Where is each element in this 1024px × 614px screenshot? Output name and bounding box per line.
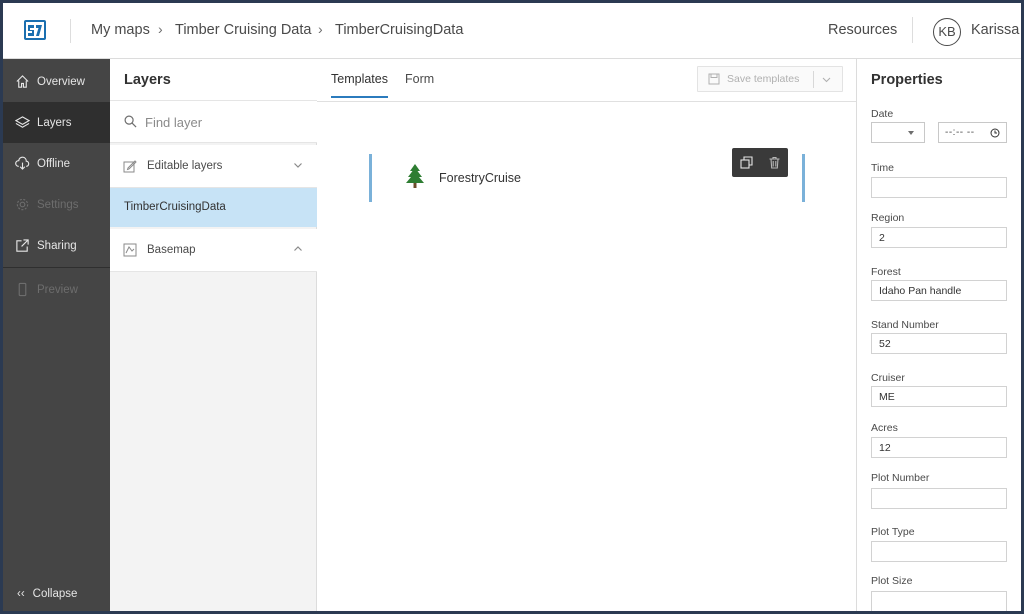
breadcrumb-chevron-icon: ›	[318, 21, 323, 37]
acres-label: Acres	[871, 422, 898, 434]
template-card-toolbar	[732, 148, 788, 177]
acres-field[interactable]: 12	[871, 437, 1007, 458]
tab-bar: Templates Form Save templates	[317, 59, 856, 102]
editable-layers-label: Editable layers	[147, 160, 223, 172]
cloud-download-icon	[15, 156, 30, 170]
gear-icon	[16, 198, 29, 211]
plot-number-field[interactable]	[871, 488, 1007, 509]
user-name[interactable]: Karissa	[971, 22, 1019, 38]
header-divider	[912, 17, 913, 43]
time-field[interactable]	[871, 177, 1007, 198]
plot-type-field[interactable]	[871, 541, 1007, 562]
plot-number-label: Plot Number	[871, 472, 930, 484]
properties-title: Properties	[871, 72, 943, 88]
date-time-input[interactable]: --:-- --	[938, 122, 1007, 143]
nav-item-layers[interactable]: Layers	[3, 102, 110, 143]
trash-icon[interactable]	[768, 156, 781, 169]
plot-size-field[interactable]	[871, 591, 1007, 611]
time-placeholder: --:-- --	[945, 127, 975, 138]
dropdown-arrow-icon	[908, 131, 914, 135]
save-templates-button: Save templates	[697, 66, 843, 92]
nav-item-label: Settings	[37, 198, 79, 211]
region-field[interactable]: 2	[871, 227, 1007, 248]
layers-panel: Layers Editable layers TimberCruisingDat…	[110, 59, 317, 611]
tab-templates[interactable]: Templates	[331, 72, 388, 98]
templates-workspace: Templates Form Save templates ForestryCr…	[317, 59, 856, 611]
nav-item-preview: Preview	[3, 269, 110, 310]
chevron-down-icon	[822, 77, 831, 83]
resources-link[interactable]: Resources	[828, 22, 897, 38]
nav-item-label: Sharing	[37, 239, 77, 252]
nav-item-label: Overview	[37, 75, 85, 88]
survey123-logo-icon[interactable]	[23, 18, 47, 42]
basemap-label: Basemap	[147, 244, 196, 256]
nav-item-label: Offline	[37, 157, 71, 170]
home-icon	[16, 75, 29, 88]
share-icon	[16, 239, 29, 252]
nav-item-overview[interactable]: Overview	[3, 61, 110, 102]
save-templates-label: Save templates	[727, 73, 800, 85]
breadcrumb-current: TimberCruisingData	[335, 22, 464, 38]
nav-item-sharing[interactable]: Sharing	[3, 225, 110, 266]
stand-number-field[interactable]: 52	[871, 333, 1007, 354]
phone-icon	[18, 282, 27, 297]
chevron-down-icon	[294, 163, 302, 168]
nav-divider	[3, 267, 110, 268]
clock-icon	[990, 128, 1000, 138]
plot-type-label: Plot Type	[871, 526, 915, 538]
basemap-group[interactable]: Basemap	[110, 229, 317, 272]
save-icon	[708, 73, 720, 85]
avatar[interactable]: KB	[933, 18, 961, 46]
stand-number-label: Stand Number	[871, 319, 939, 331]
nav-item-label: Layers	[37, 116, 72, 129]
breadcrumb-my-maps[interactable]: My maps	[91, 22, 150, 38]
duplicate-icon[interactable]	[739, 156, 753, 169]
layers-icon	[15, 116, 30, 128]
nav-item-offline[interactable]: Offline	[3, 143, 110, 184]
nav-item-label: Preview	[37, 283, 78, 296]
split-divider	[813, 71, 814, 88]
region-label: Region	[871, 212, 905, 224]
chevron-up-icon	[294, 246, 302, 251]
app-window: My maps › Timber Cruising Data › TimberC…	[3, 3, 1021, 611]
breadcrumb-timber-cruising-data[interactable]: Timber Cruising Data	[175, 22, 311, 38]
properties-panel: Properties Date --:-- -- Time Region 2 F…	[856, 59, 1021, 611]
tab-form[interactable]: Form	[405, 72, 434, 96]
date-label: Date	[871, 108, 894, 120]
double-chevron-left-icon: ‹‹	[17, 588, 25, 600]
top-header: My maps › Timber Cruising Data › TimberC…	[3, 3, 1021, 59]
plot-size-label: Plot Size	[871, 575, 913, 587]
breadcrumb-chevron-icon: ›	[158, 21, 163, 37]
tree-icon	[406, 164, 424, 188]
header-divider	[70, 19, 71, 43]
cruiser-field[interactable]: ME	[871, 386, 1007, 407]
find-layer-input[interactable]	[145, 112, 305, 132]
layers-panel-title: Layers	[110, 59, 317, 101]
forest-label: Forest	[871, 266, 901, 278]
time-label: Time	[871, 162, 894, 174]
basemap-icon	[123, 243, 137, 257]
template-name: ForestryCruise	[439, 171, 521, 185]
edit-layer-icon	[123, 160, 137, 173]
collapse-button[interactable]: ‹‹ Collapse	[3, 579, 110, 609]
left-nav: Overview Layers Offline Settings Sharing…	[3, 59, 110, 611]
forest-field[interactable]: Idaho Pan handle	[871, 280, 1007, 301]
collapse-label: Collapse	[32, 588, 78, 600]
editable-layers-group[interactable]: Editable layers	[110, 145, 317, 188]
search-icon	[124, 115, 137, 128]
date-dropdown[interactable]	[871, 122, 925, 143]
cruiser-label: Cruiser	[871, 372, 905, 384]
nav-item-settings: Settings	[3, 184, 110, 225]
layer-item-timbercruisingdata[interactable]: TimberCruisingData	[110, 188, 317, 227]
find-layer-search	[110, 101, 317, 143]
